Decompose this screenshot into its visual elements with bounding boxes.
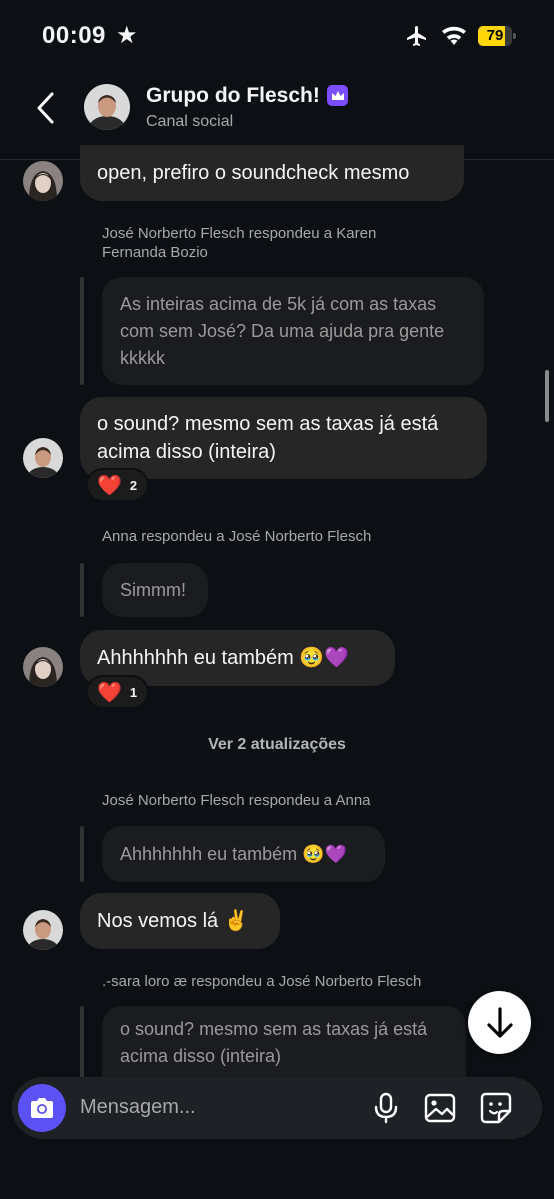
heart-icon: ❤️ xyxy=(97,681,122,704)
see-updates-link[interactable]: Ver 2 atualizações xyxy=(0,736,554,754)
status-bar: 00:09 ★ 79 xyxy=(0,0,554,72)
camera-icon xyxy=(31,1098,53,1118)
quote-bar xyxy=(80,563,84,617)
message-text: Ahhhhhhh eu também 🥹💜 xyxy=(97,647,350,669)
reaction-pill[interactable]: ❤️ 1 xyxy=(86,675,150,709)
sticker-icon xyxy=(480,1092,512,1124)
quoted-message[interactable]: o sound? mesmo sem as taxas já está acim… xyxy=(102,1006,466,1080)
sticker-button[interactable] xyxy=(479,1091,513,1125)
reaction-pill[interactable]: ❤️ 2 xyxy=(86,468,150,502)
quote-bar xyxy=(80,277,84,385)
arrow-down-icon xyxy=(486,1006,513,1038)
sender-avatar[interactable] xyxy=(23,438,63,478)
battery-percent: 79 xyxy=(486,27,504,44)
status-time: 00:09 xyxy=(42,22,106,49)
quoted-text: o sound? mesmo sem as taxas já está acim… xyxy=(120,1019,428,1066)
microphone-button[interactable] xyxy=(369,1091,403,1125)
quoted-text: As inteiras acima de 5k já com as taxas … xyxy=(120,293,445,368)
reply-label: José Norberto Flesch respondeu a Anna xyxy=(102,792,371,809)
reaction-count: 2 xyxy=(129,477,138,493)
quoted-message[interactable]: As inteiras acima de 5k já com as taxas … xyxy=(102,277,484,385)
quoted-text: Simmm! xyxy=(120,579,186,600)
quote-bar xyxy=(80,826,84,882)
reply-label: José Norberto Flesch respondeu a Karen F… xyxy=(102,225,377,261)
quoted-message[interactable]: Simmm! xyxy=(102,563,208,617)
wifi-icon xyxy=(440,24,468,51)
scroll-to-bottom-button[interactable] xyxy=(468,991,531,1054)
scrollbar[interactable] xyxy=(545,370,549,422)
reply-label: Anna respondeu a José Norberto Flesch xyxy=(102,528,372,545)
heart-icon: ❤️ xyxy=(97,474,122,497)
sender-avatar[interactable] xyxy=(23,910,63,950)
battery-indicator: 79 xyxy=(478,26,516,46)
star-icon: ★ xyxy=(116,22,138,49)
sender-avatar[interactable] xyxy=(23,647,63,687)
message-text: o sound? mesmo sem as taxas já está acim… xyxy=(97,413,439,463)
microphone-icon xyxy=(374,1092,398,1124)
message-input[interactable]: Mensagem... xyxy=(80,1096,196,1119)
message-bubble[interactable]: Nos vemos lá ✌️ xyxy=(80,893,280,949)
quote-bar xyxy=(80,1006,84,1080)
back-button[interactable] xyxy=(30,88,62,128)
sender-avatar[interactable] xyxy=(23,161,63,201)
message-composer: Mensagem... xyxy=(12,1077,542,1139)
crown-icon xyxy=(327,85,348,106)
channel-avatar[interactable] xyxy=(84,84,130,130)
channel-title[interactable]: Grupo do Flesch! xyxy=(146,84,320,108)
camera-button[interactable] xyxy=(18,1084,66,1132)
channel-subtitle: Canal social xyxy=(146,113,234,130)
gallery-button[interactable] xyxy=(423,1091,457,1125)
airplane-icon xyxy=(404,24,430,53)
chevron-left-icon xyxy=(37,92,54,124)
quoted-message[interactable]: Ahhhhhhh eu também 🥹💜 xyxy=(102,826,385,882)
message-text: open, prefiro o soundcheck mesmo xyxy=(97,162,410,184)
reaction-count: 1 xyxy=(129,684,138,700)
reply-label: .-sara loro æ respondeu a José Norberto … xyxy=(102,973,422,990)
message-bubble[interactable]: o sound? mesmo sem as taxas já está acim… xyxy=(80,397,487,479)
message-text: Nos vemos lá ✌️ xyxy=(97,910,249,932)
message-bubble[interactable]: open, prefiro o soundcheck mesmo xyxy=(80,145,464,201)
quoted-text: Ahhhhhhh eu também 🥹💜 xyxy=(120,843,347,864)
image-icon xyxy=(424,1093,456,1123)
